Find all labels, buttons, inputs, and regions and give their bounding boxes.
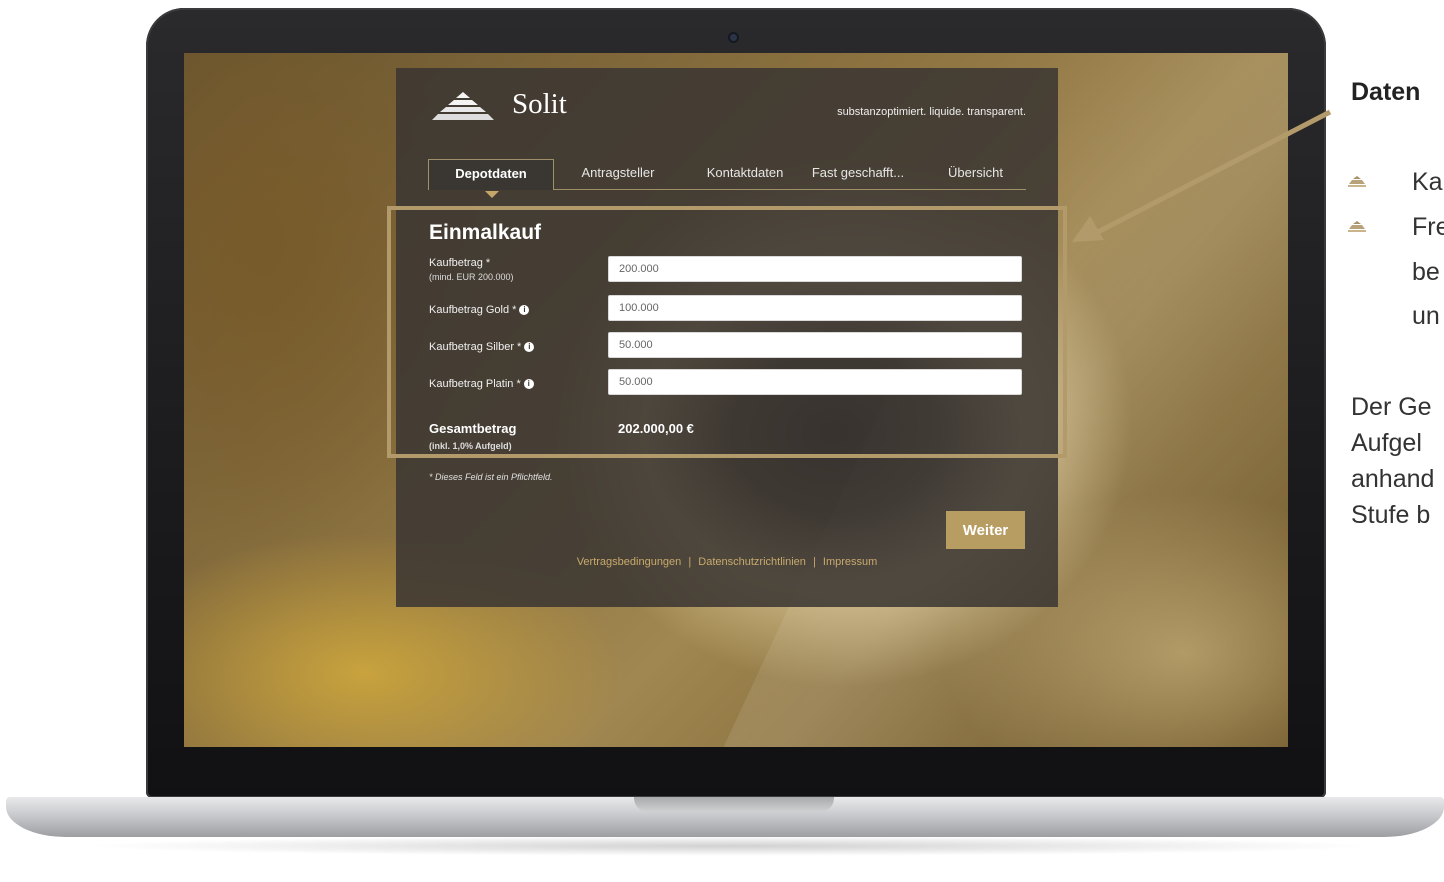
- required-note: * Dieses Feld ist ein Pflichtfeld.: [429, 472, 553, 482]
- link-vertragsbedingungen[interactable]: Vertragsbedingungen: [577, 556, 682, 568]
- bullet-text: Fre: [1412, 213, 1444, 241]
- tab-antragsteller[interactable]: Antragsteller: [568, 159, 668, 189]
- pyramid-bullet-icon: [1348, 176, 1366, 187]
- pyramid-logo-icon: [432, 92, 494, 120]
- para-line: anhand: [1351, 465, 1435, 493]
- tab-label: Übersicht: [948, 165, 1003, 180]
- footer-links: Vertragsbedingungen | Datenschutzrichtli…: [396, 556, 1058, 568]
- tab-depotdaten[interactable]: Depotdaten: [428, 159, 554, 198]
- logo-text[interactable]: Solit: [512, 88, 567, 121]
- tab-fast-geschafft[interactable]: Fast geschafft...: [808, 159, 908, 189]
- bullet-text: un: [1412, 302, 1440, 330]
- link-datenschutz[interactable]: Datenschutzrichtlinien: [698, 556, 806, 568]
- tab-label: Fast geschafft...: [811, 165, 905, 180]
- callout-arrow-icon: [1072, 109, 1332, 242]
- para-line: Aufgel: [1351, 429, 1422, 457]
- tab-label: Depotdaten: [455, 166, 527, 181]
- highlight-frame: [387, 206, 1067, 458]
- tab-kontaktdaten[interactable]: Kontaktdaten: [690, 159, 800, 189]
- laptop-notch: [634, 797, 834, 812]
- next-button[interactable]: Weiter: [946, 511, 1025, 549]
- bullet-text: be: [1412, 258, 1440, 286]
- footer-separator: |: [688, 556, 692, 568]
- caret-down-icon: [485, 191, 499, 198]
- bullet-text: Ka: [1412, 168, 1443, 196]
- tab-label: Antragsteller: [581, 165, 655, 180]
- tab-uebersicht[interactable]: Übersicht: [928, 159, 1023, 189]
- tagline: substanzoptimiert. liquide. transparent.: [837, 106, 1026, 118]
- para-line: Der Ge: [1351, 393, 1432, 421]
- footer-separator: |: [812, 556, 816, 568]
- tab-label: Kontaktdaten: [706, 165, 784, 180]
- link-impressum[interactable]: Impressum: [823, 556, 877, 568]
- pyramid-bullet-icon: [1348, 221, 1366, 232]
- laptop-shadow: [80, 836, 1380, 856]
- camera-icon: [728, 32, 739, 43]
- side-paragraph: Der Ge Aufgel anhand Stufe b: [1351, 389, 1434, 533]
- tab-bar: Depotdaten Antragsteller Kontaktdaten Fa…: [428, 159, 1026, 198]
- side-heading: Daten: [1351, 78, 1421, 106]
- para-line: Stufe b: [1351, 501, 1431, 529]
